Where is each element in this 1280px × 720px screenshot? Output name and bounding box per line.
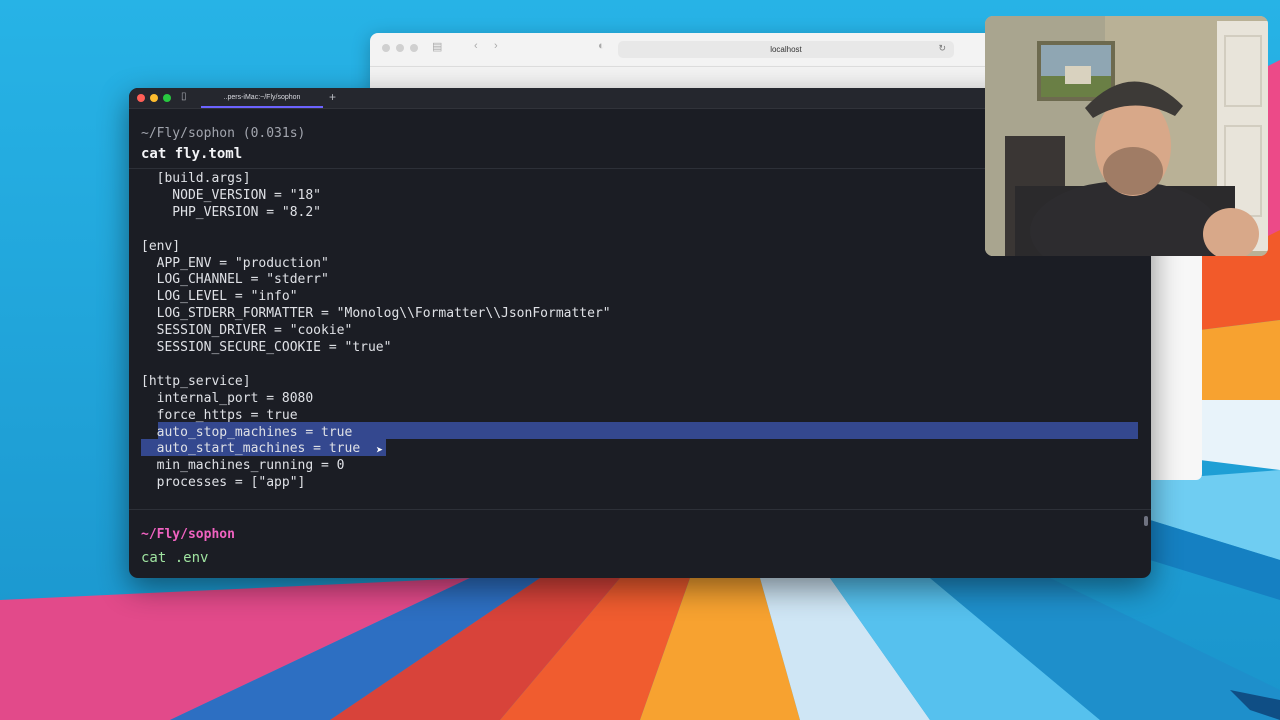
url-text: localhost <box>770 45 802 54</box>
active-prompt-path: ~/Fly/sophon <box>141 527 235 542</box>
minimize-button[interactable] <box>150 94 158 102</box>
tab-title: ..pers-iMac:~/Fly/sophon <box>223 93 301 101</box>
mouse-cursor-icon: ➤ <box>376 443 384 457</box>
active-command-input[interactable]: cat .env <box>141 550 208 566</box>
browser-close-button[interactable] <box>382 44 390 52</box>
output-line: processes = ["app"] <box>141 475 306 491</box>
back-icon[interactable]: ‹ <box>474 40 478 52</box>
url-bar[interactable]: localhost ↻ <box>618 41 954 58</box>
reload-icon[interactable]: ↻ <box>938 43 946 54</box>
output-line: PHP_VERSION = "8.2" <box>141 204 322 220</box>
new-tab-button[interactable]: + <box>329 90 336 104</box>
block-divider <box>129 509 1151 510</box>
browser-traffic-lights[interactable] <box>382 44 418 52</box>
close-button[interactable] <box>137 94 145 102</box>
output-line: APP_ENV = "production" <box>141 255 329 271</box>
output-line: [env] <box>141 238 181 254</box>
scrollbar[interactable] <box>1144 516 1148 526</box>
terminal-traffic-lights[interactable] <box>137 94 171 102</box>
output-line: LOG_CHANNEL = "stderr" <box>141 272 329 288</box>
forward-icon[interactable]: › <box>494 40 498 52</box>
browser-minimize-button[interactable] <box>396 44 404 52</box>
prompt-path: ~/Fly/sophon <box>141 126 235 141</box>
sidebar-icon[interactable]: ▯ <box>181 91 187 102</box>
output-line: force_https = true <box>141 407 298 423</box>
block-header: ~/Fly/sophon (0.031s) <box>141 126 305 141</box>
toolbar-divider <box>370 66 1010 67</box>
output-line: SESSION_SECURE_COOKIE = "true" <box>141 340 392 355</box>
browser-window[interactable]: ▤ ‹ › ◐ localhost ↻ <box>370 33 1010 93</box>
output-line: LOG_STDERR_FORMATTER = "Monolog\\Formatt… <box>141 306 611 322</box>
output-line: min_machines_running = 0 <box>141 458 345 474</box>
output-line: [http_service] <box>141 373 251 389</box>
command-text: cat fly.toml <box>141 146 243 162</box>
output-line: NODE_VERSION = "18" <box>141 187 322 203</box>
command-duration: (0.031s) <box>242 126 306 141</box>
output-line: LOG_LEVEL = "info" <box>141 289 298 305</box>
output-line: [build.args] <box>141 171 251 186</box>
browser-content-edge <box>1150 255 1202 480</box>
output-line: auto_start_machines = true <box>141 441 361 457</box>
tab-terminal[interactable]: ..pers-iMac:~/Fly/sophon <box>201 88 323 108</box>
sidebar-toggle-icon[interactable]: ▤ <box>432 40 442 53</box>
webcam-overlay <box>985 16 1268 256</box>
browser-zoom-button[interactable] <box>410 44 418 52</box>
shield-icon: ◐ <box>598 40 605 52</box>
zoom-button[interactable] <box>163 94 171 102</box>
output-line: auto_stop_machines = true <box>141 424 353 440</box>
output-line: internal_port = 8080 <box>141 390 314 406</box>
output-line: SESSION_DRIVER = "cookie" <box>141 323 353 339</box>
